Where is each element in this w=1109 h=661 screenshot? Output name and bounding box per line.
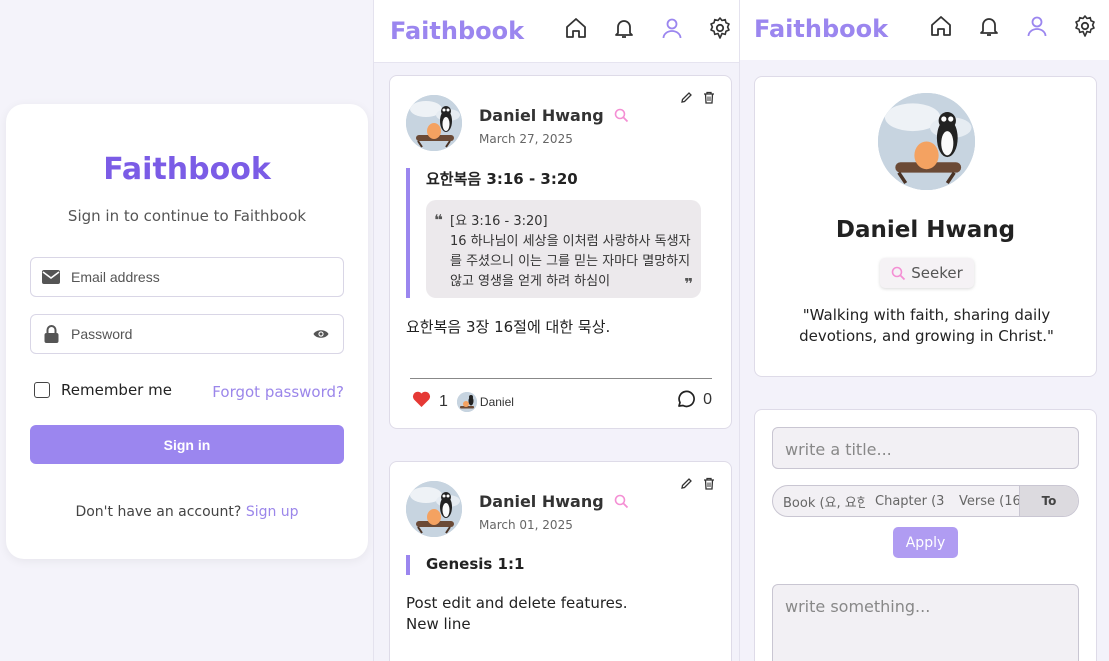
- liker-avatar[interactable]: [456, 392, 477, 412]
- post-date: March 27, 2025: [479, 132, 573, 146]
- quote-open-icon: ❝: [434, 211, 443, 229]
- post-card: Daniel Hwang March 27, 2025 요한복음 3:16 - …: [389, 75, 732, 429]
- login-title: Faithbook: [103, 152, 271, 187]
- comment-button[interactable]: 0: [676, 390, 712, 409]
- feed-screen: Faithbook Daniel Hwang March 27, 2025 요한…: [373, 0, 739, 661]
- quote-text: 16 하나님이 세상을 이처럼 사랑하사 독생자를 주셨으니 이는 그를 믿는 …: [450, 234, 691, 289]
- show-password-icon[interactable]: [313, 327, 329, 345]
- post-body: 요한복음 3장 16절에 대한 묵상.: [406, 318, 611, 336]
- liker-name[interactable]: Daniel: [480, 395, 514, 409]
- bell-icon[interactable]: [976, 13, 1002, 39]
- profile-avatar[interactable]: [878, 93, 975, 190]
- title-input[interactable]: write a title...: [772, 427, 1079, 469]
- trash-icon[interactable]: [703, 91, 715, 109]
- user-icon[interactable]: [659, 15, 685, 41]
- post-card: Daniel Hwang March 01, 2025 Genesis 1:1 …: [389, 461, 732, 661]
- profile-screen: Faithbook Daniel Hwang Seeker "Walking w…: [739, 0, 1109, 661]
- signup-row: Don't have an account? Sign up: [6, 504, 368, 520]
- compose-card: write a title... Book (요, 요한복 Chapter (3…: [754, 409, 1097, 661]
- to-button[interactable]: To: [1019, 486, 1078, 516]
- book-input[interactable]: Book (요, 요한복: [773, 486, 865, 516]
- verse-title: 요한복음 3:16 - 3:20: [426, 170, 578, 188]
- author-name: Daniel Hwang: [479, 492, 604, 511]
- remember-me[interactable]: Remember me: [34, 381, 172, 399]
- trash-icon[interactable]: [703, 477, 715, 495]
- verse-block: 요한복음 3:16 - 3:20 ❝ [요 3:16 - 3:20] 16 하나…: [406, 168, 706, 298]
- email-field[interactable]: Email address: [30, 257, 344, 297]
- verse-range-input: Book (요, 요한복 Chapter (3 Verse (16) To: [772, 485, 1079, 517]
- seeker-badge-icon: [891, 266, 906, 280]
- edit-icon[interactable]: [680, 91, 693, 109]
- author-name: Daniel Hwang: [479, 106, 604, 125]
- app-header: Faithbook: [374, 0, 739, 63]
- password-placeholder: Password: [71, 326, 133, 342]
- bell-icon[interactable]: [611, 15, 637, 41]
- verse-block: Genesis 1:1: [406, 555, 706, 575]
- post-actions: 1 Daniel 0: [412, 389, 712, 415]
- comment-count: 0: [703, 390, 712, 408]
- avatar[interactable]: [406, 481, 462, 537]
- login-card: Faithbook Sign in to continue to Faithbo…: [6, 104, 368, 559]
- envelope-icon: [31, 270, 71, 284]
- brand-logo[interactable]: Faithbook: [754, 15, 888, 43]
- app-header: Faithbook: [740, 0, 1109, 60]
- profile-bio: "Walking with faith, sharing daily devot…: [799, 306, 1054, 345]
- post-body: Post edit and delete features. New line: [406, 594, 628, 633]
- home-icon[interactable]: [928, 13, 954, 39]
- profile-name: Daniel Hwang: [835, 217, 1016, 243]
- quote-close-icon: ❞: [684, 275, 693, 293]
- seeker-badge-icon: [614, 494, 628, 509]
- remember-checkbox[interactable]: [34, 382, 50, 398]
- brand-logo[interactable]: Faithbook: [390, 17, 524, 45]
- forgot-password-link[interactable]: Forgot password?: [212, 383, 344, 401]
- edit-icon[interactable]: [680, 477, 693, 495]
- login-screen: Faithbook Sign in to continue to Faithbo…: [0, 0, 373, 661]
- comment-icon: [678, 390, 696, 408]
- avatar[interactable]: [406, 95, 462, 151]
- verse-input[interactable]: Verse (16): [949, 486, 1019, 516]
- post-date: March 01, 2025: [479, 518, 573, 532]
- seeker-badge-icon: [614, 108, 628, 123]
- home-icon[interactable]: [563, 15, 589, 41]
- post-author[interactable]: Daniel Hwang: [479, 492, 629, 511]
- sign-up-link[interactable]: Sign up: [246, 504, 299, 520]
- password-field[interactable]: Password: [30, 314, 344, 354]
- remember-label: Remember me: [61, 381, 172, 399]
- badge-label: Seeker: [911, 264, 963, 282]
- login-subtitle: Sign in to continue to Faithbook: [67, 207, 307, 225]
- gear-icon[interactable]: [707, 15, 733, 41]
- gear-icon[interactable]: [1072, 13, 1098, 39]
- verse-title: Genesis 1:1: [426, 555, 525, 573]
- lock-icon: [31, 325, 71, 343]
- user-icon[interactable]: [1024, 13, 1050, 39]
- chapter-input[interactable]: Chapter (3: [865, 486, 949, 516]
- profile-card: Daniel Hwang Seeker "Walking with faith,…: [754, 76, 1097, 377]
- signup-prompt: Don't have an account?: [75, 504, 242, 520]
- post-author[interactable]: Daniel Hwang: [479, 106, 629, 125]
- divider: [410, 378, 712, 379]
- verse-quote: ❝ [요 3:16 - 3:20] 16 하나님이 세상을 이처럼 사랑하사 독…: [426, 200, 701, 298]
- heart-icon[interactable]: [412, 391, 431, 413]
- sign-in-button[interactable]: Sign in: [30, 425, 344, 464]
- status-badge: Seeker: [880, 258, 974, 288]
- email-placeholder: Email address: [71, 269, 160, 285]
- apply-button[interactable]: Apply: [893, 527, 958, 558]
- like-count: 1: [439, 393, 448, 410]
- quote-reference: [요 3:16 - 3:20]: [450, 214, 548, 229]
- body-input[interactable]: write something...: [772, 584, 1079, 661]
